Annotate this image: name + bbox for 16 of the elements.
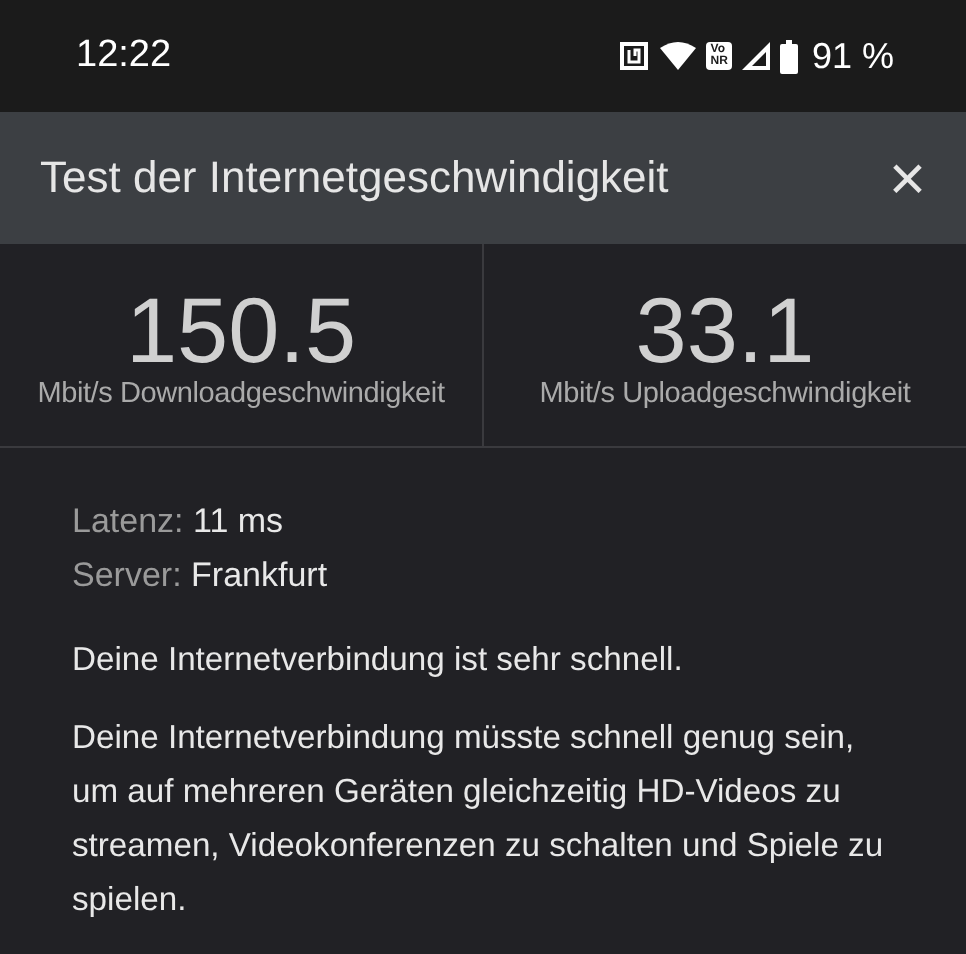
clock: 12:22 [76,34,174,78]
message-text: Deine Internetverbindung ist sehr schnell. [72,638,685,682]
speed-value: 33.1 [635,281,815,377]
speed-label: Mbit/s Downloadgeschwindigkeit [37,377,445,409]
detail-line: Latenz: 11 ms [72,500,286,544]
detail-line: Server: Frankfurt [72,554,330,598]
close-button[interactable]: × [884,146,930,210]
signal-icon [741,42,770,70]
message-text: Deine Internetverbindung müsste schnell genug sein, um auf mehreren Geräten gleichzeitig HD-Videos zu streamen, Videokonferenzen zu schalten und Spiele zu spielen. [72,716,886,922]
dialog-title: Test der Internetgeschwindigkeit [40,152,671,204]
nfc-icon [618,40,651,72]
battery-level: 91 % [811,35,894,77]
wifi-icon [660,42,697,70]
speed-value: 150.5 [125,281,357,377]
speed-label: Mbit/s Uploadgeschwindigkeit [539,377,911,409]
battery-icon [779,39,798,73]
